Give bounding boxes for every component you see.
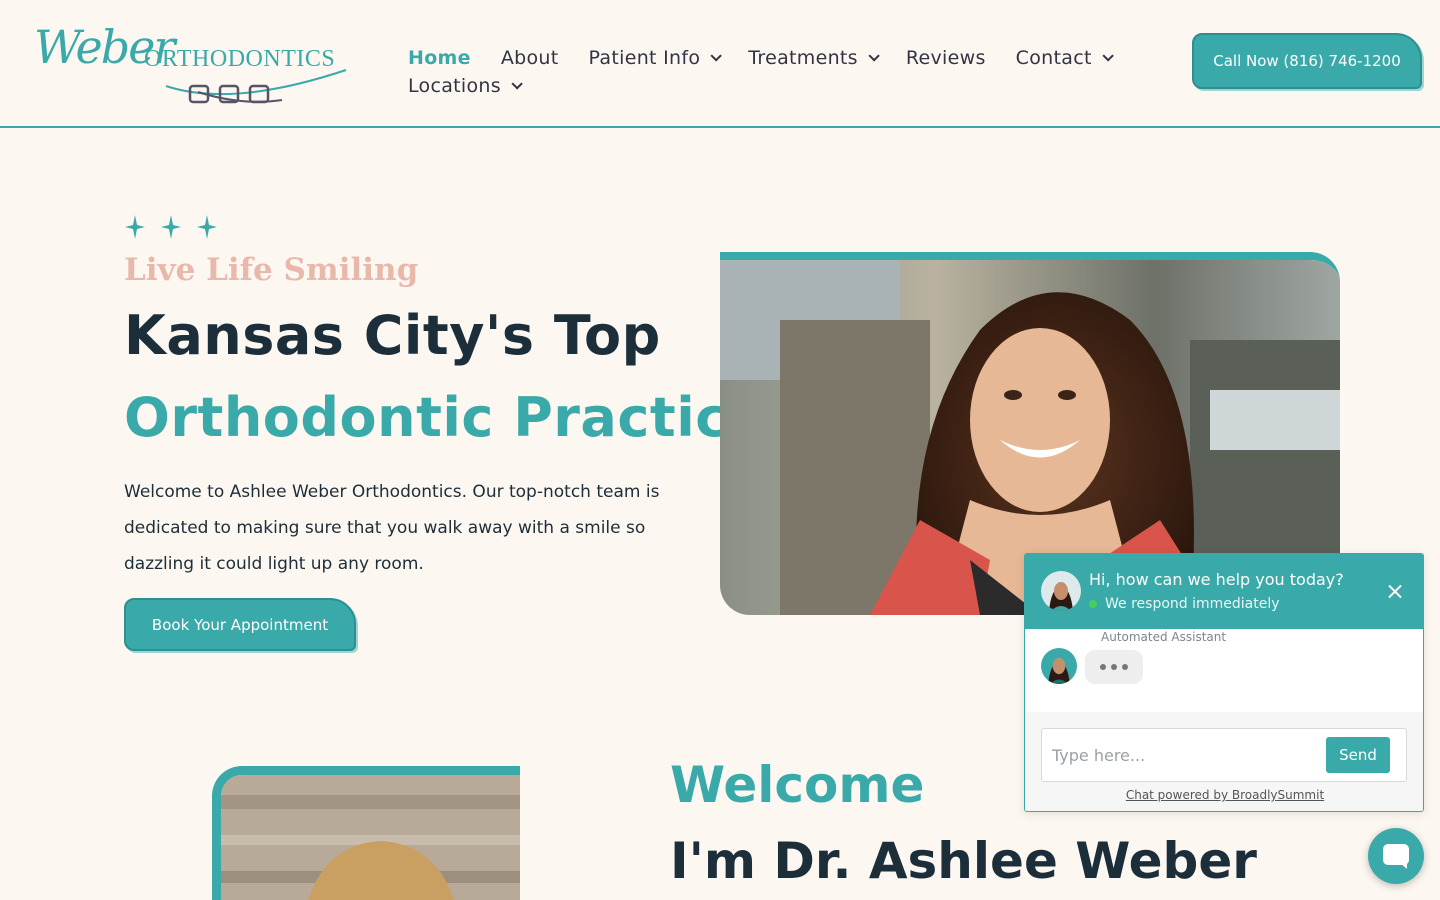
nav-home-label: Home: [408, 47, 471, 69]
hero-tagline: Live Life Smiling: [124, 252, 419, 288]
nav-treatments-label: Treatments: [748, 47, 858, 69]
chevron-down-icon: [710, 50, 723, 62]
chat-footer: Send Chat powered by BroadlySummit: [1025, 712, 1423, 811]
book-appointment-button[interactable]: Book Your Appointment: [124, 598, 356, 651]
hero-heading-line2: Orthodontic Practice: [124, 386, 765, 449]
nav-reviews-label: Reviews: [905, 47, 986, 69]
assistant-avatar: [1041, 648, 1077, 684]
nav-treatments[interactable]: Treatments: [748, 47, 880, 69]
nav-locations[interactable]: Locations: [408, 75, 523, 97]
nav-patient-info[interactable]: Patient Info: [588, 47, 723, 69]
nav-patient-info-label: Patient Info: [588, 47, 701, 69]
chevron-down-icon: [511, 78, 523, 90]
nav-reviews[interactable]: Reviews: [906, 47, 986, 69]
sparkle-icon: [197, 215, 217, 239]
chat-header: Hi, how can we help you today? We respon…: [1025, 554, 1423, 629]
nav-contact[interactable]: Contact: [1015, 47, 1114, 69]
nav-home[interactable]: Home: [408, 47, 471, 69]
chat-widget: Hi, how can we help you today? We respon…: [1024, 553, 1424, 812]
chat-title: Hi, how can we help you today?: [1089, 570, 1344, 589]
call-now-button[interactable]: Call Now (816) 746-1200: [1192, 33, 1422, 89]
agent-avatar: [1041, 571, 1081, 611]
chat-input-wrapper: Send: [1041, 728, 1407, 782]
chevron-down-icon: [1102, 50, 1114, 62]
chat-message-input[interactable]: [1052, 741, 1312, 769]
nav-about[interactable]: About: [501, 47, 559, 69]
site-logo[interactable]: Weber ORTHODONTICS: [32, 18, 352, 108]
chevron-down-icon: [868, 50, 880, 62]
welcome-heading: Welcome: [670, 756, 925, 814]
chat-status-text: We respond immediately: [1105, 596, 1280, 612]
braces-logo-icon: [165, 69, 347, 104]
hero-heading-line1: Kansas City's Top: [124, 304, 661, 367]
nav-locations-label: Locations: [408, 75, 501, 97]
online-dot-icon: [1089, 600, 1097, 608]
assistant-label: Automated Assistant: [1101, 630, 1227, 644]
main-nav: Home About Patient Info Treatments Revie…: [408, 44, 1168, 100]
close-icon[interactable]: [1385, 582, 1405, 602]
chat-bubble-icon: [1383, 844, 1409, 869]
chat-launcher-button[interactable]: [1368, 828, 1424, 884]
chat-status: We respond immediately: [1089, 596, 1280, 612]
powered-by-link[interactable]: Chat powered by BroadlySummit: [1025, 788, 1423, 802]
site-header: Weber ORTHODONTICS Home About Patient In…: [0, 0, 1440, 128]
sparkle-icon: [161, 215, 181, 239]
hero-intro: Welcome to Ashlee Weber Orthodontics. Ou…: [124, 482, 660, 574]
nav-contact-label: Contact: [1015, 47, 1092, 69]
doctor-photo: [212, 766, 520, 900]
sparkles: [124, 214, 218, 240]
typing-indicator: [1085, 650, 1143, 684]
sparkle-icon: [125, 215, 145, 239]
welcome-doctor-name: I'm Dr. Ashlee Weber: [670, 832, 1257, 890]
nav-about-label: About: [500, 47, 559, 69]
send-button[interactable]: Send: [1326, 737, 1390, 773]
